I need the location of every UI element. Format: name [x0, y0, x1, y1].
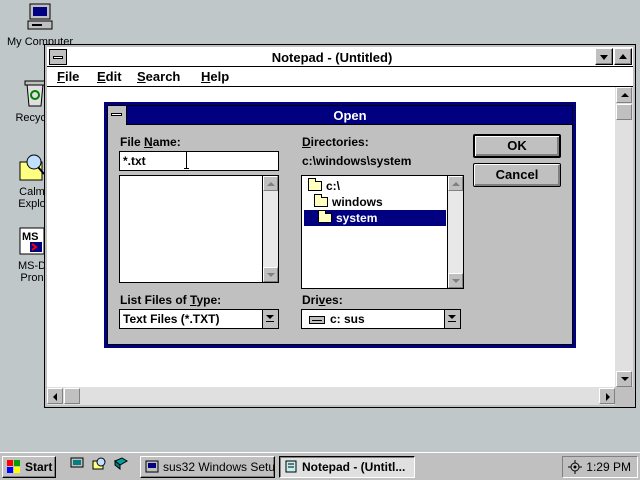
- directory-item-root[interactable]: c:\: [304, 178, 444, 194]
- window-title: Notepad - (Untitled): [271, 50, 393, 65]
- menu-edit[interactable]: Edit: [97, 69, 122, 84]
- system-tray: 1:29 PM: [562, 456, 638, 478]
- arrow-down-icon: [621, 377, 629, 381]
- chevron-down-icon: [448, 315, 456, 319]
- drive-select[interactable]: c: sus: [301, 309, 461, 329]
- explorer-icon[interactable]: [92, 457, 106, 470]
- chevron-down-icon: [600, 55, 608, 60]
- open-folder-icon: [308, 178, 322, 191]
- taskbar: Start sus32 Windows Setup Notepad - (Unt…: [0, 452, 640, 480]
- directory-item-windows[interactable]: windows: [304, 194, 444, 210]
- scroll-up-button[interactable]: [263, 176, 278, 191]
- size-grip: [615, 387, 633, 405]
- svg-text:MS: MS: [22, 231, 39, 243]
- menu-file[interactable]: File: [57, 69, 79, 84]
- menu-search[interactable]: Search: [137, 69, 180, 84]
- menu-bar: File Edit Search Help: [47, 67, 633, 87]
- menu-help[interactable]: Help: [201, 69, 229, 84]
- dialog-title-bar[interactable]: Open: [108, 106, 572, 125]
- arrow-up-icon: [621, 93, 629, 97]
- clock[interactable]: 1:29 PM: [586, 457, 631, 477]
- text-cursor-icon: [184, 151, 189, 169]
- dropdown-button[interactable]: [262, 310, 278, 328]
- chevron-down-icon: [266, 315, 274, 319]
- help-book-icon[interactable]: [114, 457, 128, 470]
- computer-icon: [24, 2, 56, 34]
- system-menu-button[interactable]: [49, 49, 67, 65]
- file-type-value: Text Files (*.TXT): [123, 312, 220, 326]
- arrow-down-icon: [452, 279, 460, 283]
- notepad-title-bar[interactable]: Notepad - (Untitled): [47, 47, 633, 67]
- taskbar-button-notepad[interactable]: Notepad - (Untitl...: [279, 456, 415, 478]
- drive-value: c: sus: [330, 312, 365, 326]
- scroll-thumb[interactable]: [616, 104, 632, 120]
- scroll-up-button[interactable]: [448, 176, 463, 191]
- dialog-system-menu-button[interactable]: [108, 106, 127, 125]
- drives-label: Drives:: [302, 293, 343, 307]
- task-label: sus32 Windows Setup: [163, 460, 275, 474]
- list-files-type-label: List Files of Type:: [120, 293, 222, 307]
- start-label: Start: [25, 460, 53, 474]
- notepad-icon: [285, 460, 297, 473]
- scroll-left-button[interactable]: [47, 388, 63, 404]
- directory-list-scrollbar[interactable]: [447, 176, 463, 288]
- file-type-select[interactable]: Text Files (*.TXT): [119, 309, 279, 329]
- arrow-up-icon: [267, 182, 275, 186]
- file-list[interactable]: [119, 175, 279, 283]
- directories-label: Directories:: [302, 135, 369, 149]
- scroll-thumb[interactable]: [64, 388, 80, 404]
- ok-button[interactable]: OK: [473, 134, 561, 158]
- file-name-label: File Name:: [120, 135, 181, 149]
- windows-logo-icon: [7, 460, 20, 473]
- taskbar-button-setup[interactable]: sus32 Windows Setup: [140, 456, 275, 478]
- directory-list[interactable]: c:\ windows system: [301, 175, 464, 289]
- current-path: c:\windows\system: [302, 154, 412, 168]
- directory-item-system[interactable]: system: [304, 210, 446, 226]
- minimize-button[interactable]: [595, 48, 613, 65]
- scroll-down-button[interactable]: [448, 273, 463, 288]
- maximize-button[interactable]: [614, 48, 632, 65]
- dropdown-button[interactable]: [444, 310, 460, 328]
- hard-drive-icon: [309, 316, 325, 324]
- setup-icon: [145, 460, 159, 473]
- cancel-button[interactable]: Cancel: [473, 163, 561, 187]
- arrow-left-icon: [53, 393, 57, 401]
- desktop-icon-my-computer[interactable]: My Computer: [5, 2, 75, 48]
- display-settings-icon[interactable]: [567, 460, 583, 474]
- arrow-down-icon: [267, 273, 275, 277]
- task-label: Notepad - (Untitl...: [302, 460, 406, 474]
- scroll-up-button[interactable]: [616, 87, 632, 103]
- arrow-up-icon: [452, 182, 460, 186]
- open-dialog: Open File Name: *.txt Directories: c:\wi…: [104, 102, 576, 348]
- file-name-input[interactable]: *.txt: [119, 151, 279, 171]
- dialog-title: Open: [333, 108, 367, 123]
- scroll-right-button[interactable]: [599, 388, 615, 404]
- vertical-scrollbar[interactable]: [615, 87, 633, 387]
- file-list-scrollbar[interactable]: [262, 176, 278, 282]
- open-folder-icon: [318, 210, 332, 223]
- horizontal-scrollbar[interactable]: [47, 387, 615, 405]
- arrow-right-icon: [606, 393, 610, 401]
- start-button[interactable]: Start: [2, 456, 56, 478]
- scroll-down-button[interactable]: [263, 267, 278, 282]
- desktop-shortcut-icon[interactable]: [70, 457, 84, 470]
- chevron-up-icon: [619, 54, 627, 59]
- open-folder-icon: [314, 194, 328, 207]
- scroll-down-button[interactable]: [616, 371, 632, 387]
